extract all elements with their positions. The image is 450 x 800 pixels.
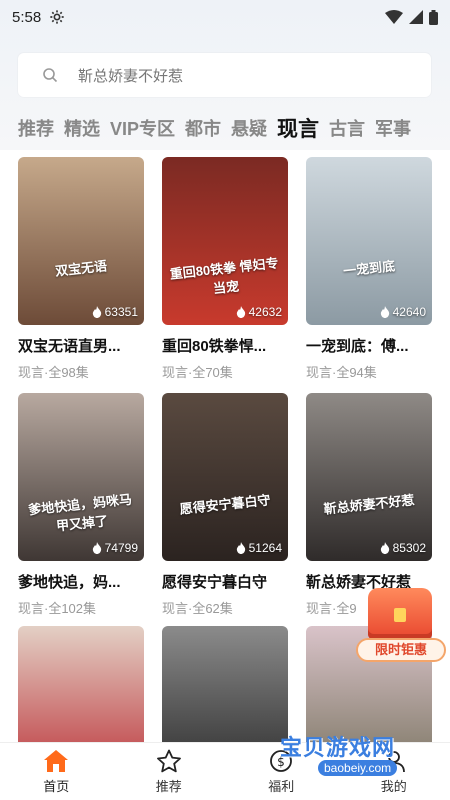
drama-card[interactable]: 靳总娇妻不好惹 85302 靳总娇妻不好惹 现言·全9 <box>306 393 432 617</box>
drama-title[interactable]: 愿得安宁暮白守 <box>162 571 288 592</box>
watermark-text: 宝贝游戏网 <box>280 735 396 760</box>
drama-title[interactable]: 双宝无语直男... <box>18 335 144 356</box>
nav-label: 推荐 <box>155 779 182 794</box>
wifi-icon <box>385 10 403 24</box>
flame-icon <box>236 306 245 318</box>
tab-ancient-romance[interactable]: 古言 <box>329 115 365 141</box>
drama-title[interactable]: 一宠到底：傅... <box>306 335 432 356</box>
tab-recommend[interactable]: 推荐 <box>18 115 54 141</box>
poster-title-art: 爹地快追，妈咪马甲又掉了 <box>27 491 133 534</box>
poster-title-art: 愿得安宁暮白守 <box>179 492 272 517</box>
tab-urban[interactable]: 都市 <box>185 115 221 141</box>
heat-count: 51264 <box>236 541 282 555</box>
heat-value: 42640 <box>392 305 426 319</box>
signal-icon <box>409 10 423 24</box>
heat-value: 42632 <box>248 305 282 319</box>
heat-count: 42640 <box>380 305 426 319</box>
drama-meta: 现言·全94集 <box>306 365 377 380</box>
flame-icon <box>236 542 245 554</box>
flame-icon <box>92 542 101 554</box>
home-icon <box>44 750 69 772</box>
drama-card[interactable]: 愿得安宁暮白守 51264 愿得安宁暮白守 现言·全62集 <box>162 393 288 617</box>
status-icons <box>385 9 438 25</box>
drama-title[interactable]: 爹地快追，妈... <box>18 571 144 592</box>
drama-poster[interactable]: 爹地快追，妈咪马甲又掉了 74799 <box>18 393 144 561</box>
drama-card[interactable]: 一宠到底 42640 一宠到底：傅... 现言·全94集 <box>306 157 432 381</box>
poster-title-art: 重回80铁拳 悍妇专当宠 <box>169 255 280 297</box>
heat-value: 63351 <box>104 305 138 319</box>
drama-title[interactable]: 重回80铁拳悍... <box>162 335 288 356</box>
category-tabs: 推荐 精选 VIP专区 都市 悬疑 现言 古言 军事 <box>18 110 450 146</box>
nav-label: 首页 <box>43 779 70 794</box>
drama-card[interactable]: 重回80铁拳 悍妇专当宠 42632 重回80铁拳悍... 现言·全70集 <box>162 157 288 381</box>
tab-featured[interactable]: 精选 <box>64 115 100 141</box>
watermark-url: baobeiy.com <box>318 760 398 776</box>
nav-recommend[interactable]: 推荐 <box>134 749 204 795</box>
poster-title-art: 双宝无语 <box>54 258 108 279</box>
drama-poster[interactable]: 靳总娇妻不好惹 85302 <box>306 393 432 561</box>
drama-card[interactable]: 爹地快追，妈咪马甲又掉了 74799 爹地快追，妈... 现言·全102集 <box>18 393 144 617</box>
drama-meta: 现言·全70集 <box>162 365 233 380</box>
heat-count: 42632 <box>236 305 282 319</box>
poster-title-art: 一宠到底 <box>342 258 396 279</box>
search-icon <box>43 68 58 83</box>
drama-meta: 现言·全98集 <box>18 365 89 380</box>
tab-modern-romance[interactable]: 现言 <box>277 113 319 143</box>
tab-vip[interactable]: VIP专区 <box>110 115 175 141</box>
status-time: 5:58 <box>12 8 42 26</box>
drama-poster[interactable]: 双宝无语 63351 <box>18 157 144 325</box>
flame-icon <box>380 542 389 554</box>
heat-count: 63351 <box>92 305 138 319</box>
heat-value: 85302 <box>392 541 426 555</box>
promo-label[interactable]: 限时钜惠 <box>356 638 446 662</box>
search-bar[interactable]: 靳总娇妻不好惹 <box>18 53 431 97</box>
star-icon <box>156 749 181 773</box>
drama-poster[interactable]: 重回80铁拳 悍妇专当宠 42632 <box>162 157 288 325</box>
flame-icon <box>380 306 389 318</box>
nav-home[interactable]: 首页 <box>21 749 91 795</box>
status-bar: 5:58 <box>0 0 450 34</box>
settings-gear-icon <box>50 10 64 24</box>
site-watermark: 宝贝游戏网 baobeiy.com <box>276 730 450 780</box>
drama-meta: 现言·全102集 <box>18 601 97 616</box>
search-placeholder[interactable]: 靳总娇妻不好惹 <box>78 65 183 86</box>
flame-icon <box>92 306 101 318</box>
treasure-chest-icon <box>368 588 432 640</box>
drama-card[interactable]: 双宝无语 63351 双宝无语直男... 现言·全98集 <box>18 157 144 381</box>
tab-military[interactable]: 军事 <box>375 115 411 141</box>
drama-meta: 现言·全62集 <box>162 601 233 616</box>
poster-title-art: 靳总娇妻不好惹 <box>323 492 416 517</box>
heat-count: 74799 <box>92 541 138 555</box>
drama-poster[interactable]: 愿得安宁暮白守 51264 <box>162 393 288 561</box>
limited-offer-badge[interactable]: 限时钜惠 <box>356 588 446 668</box>
tab-suspense[interactable]: 悬疑 <box>231 115 267 141</box>
drama-poster[interactable]: 一宠到底 42640 <box>306 157 432 325</box>
heat-value: 74799 <box>104 541 138 555</box>
heat-value: 51264 <box>248 541 282 555</box>
heat-count: 85302 <box>380 541 426 555</box>
battery-icon <box>429 9 438 25</box>
